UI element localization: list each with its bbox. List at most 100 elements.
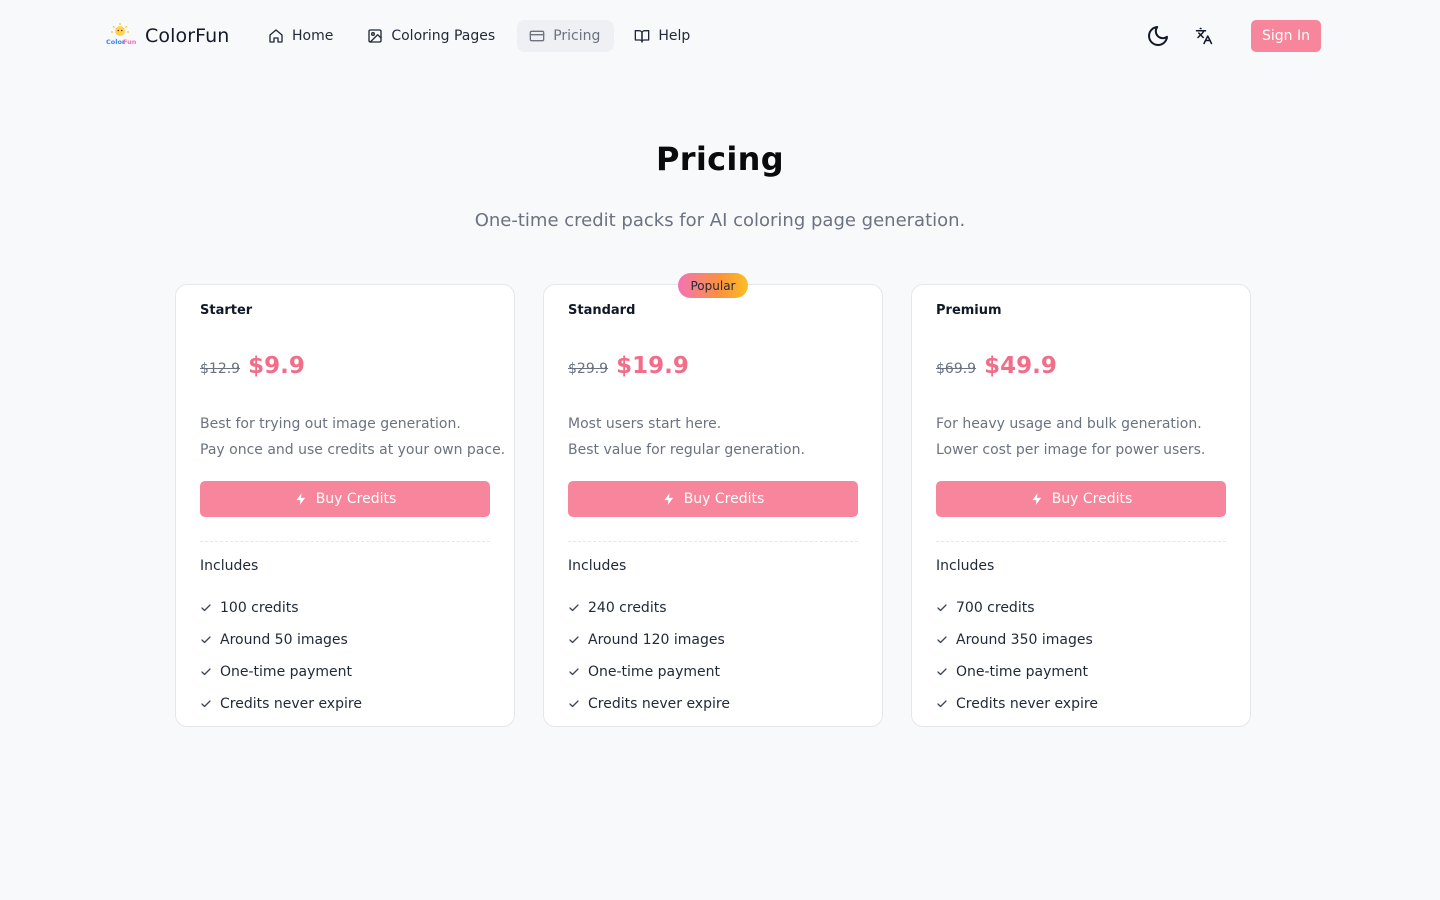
page-title: Pricing <box>656 140 784 178</box>
svg-text:Fun: Fun <box>123 38 136 46</box>
feature-item: 100 credits <box>200 592 362 624</box>
brand-logo[interactable]: Color Fun ColorFun <box>104 22 229 50</box>
current-price: $9.9 <box>248 353 305 379</box>
description-line: Pay once and use credits at your own pac… <box>200 442 506 458</box>
lightning-icon <box>664 493 673 505</box>
check-icon <box>569 604 579 612</box>
feature-item: 700 credits <box>936 592 1098 624</box>
current-price: $19.9 <box>616 353 689 379</box>
original-price: $69.9 <box>936 361 977 377</box>
page-subtitle: One-time credit packs for AI coloring pa… <box>474 210 966 231</box>
image-icon <box>368 29 383 43</box>
price-row: $12.9 $9.9 <box>200 353 305 379</box>
plan-description: Best for trying out image generation. Pa… <box>200 411 505 463</box>
main-nav: Home Coloring Pages Pricing Help <box>256 20 704 52</box>
check-icon <box>937 636 947 644</box>
check-icon <box>569 668 579 676</box>
feature-text: 240 credits <box>588 600 667 616</box>
original-price: $29.9 <box>568 361 609 377</box>
language-button[interactable] <box>1192 24 1216 48</box>
description-line: Lower cost per image for power users. <box>936 442 1206 458</box>
feature-item: One-time payment <box>936 656 1098 688</box>
feature-item: Around 350 images <box>936 624 1098 656</box>
popular-badge: Popular <box>678 273 748 298</box>
nav-home[interactable]: Home <box>256 20 347 52</box>
current-price: $49.9 <box>984 353 1057 379</box>
includes-label: Includes <box>200 558 259 574</box>
feature-item: One-time payment <box>568 656 730 688</box>
description-line: Best for trying out image generation. <box>200 416 461 432</box>
lightning-icon <box>1032 493 1041 505</box>
check-icon <box>569 636 579 644</box>
feature-text: One-time payment <box>956 664 1089 680</box>
feature-item: Credits never expire <box>200 688 362 720</box>
nav-pricing[interactable]: Pricing <box>517 20 615 52</box>
nav-home-label: Home <box>292 28 334 44</box>
check-icon <box>937 700 947 708</box>
buy-credits-button[interactable]: Buy Credits <box>568 481 858 517</box>
feature-item: One-time payment <box>200 656 362 688</box>
feature-text: Around 350 images <box>956 632 1093 648</box>
feature-text: Credits never expire <box>588 696 730 712</box>
original-price: $12.9 <box>200 361 241 377</box>
feature-item: Credits never expire <box>568 688 730 720</box>
feature-list: 700 credits Around 350 images One-time p… <box>936 592 1098 720</box>
check-icon <box>937 604 947 612</box>
buy-credits-label: Buy Credits <box>683 491 765 507</box>
check-icon <box>201 668 211 676</box>
feature-text: Around 50 images <box>220 632 348 648</box>
plan-name: Standard <box>568 303 636 318</box>
moon-icon <box>1148 26 1168 46</box>
plan-description: For heavy usage and bulk generation. Low… <box>936 411 1205 463</box>
top-navbar: Color Fun ColorFun Home Coloring Pages P… <box>0 0 1440 72</box>
logo-icon: Color Fun <box>104 22 137 50</box>
divider <box>568 541 858 542</box>
buy-credits-button[interactable]: Buy Credits <box>200 481 490 517</box>
feature-list: 240 credits Around 120 images One-time p… <box>568 592 730 720</box>
feature-text: 700 credits <box>956 600 1035 616</box>
feature-text: Around 120 images <box>588 632 725 648</box>
check-icon <box>201 700 211 708</box>
buy-credits-label: Buy Credits <box>315 491 397 507</box>
includes-label: Includes <box>936 558 995 574</box>
check-icon <box>201 604 211 612</box>
plan-name: Premium <box>936 303 1002 318</box>
price-row: $69.9 $49.9 <box>936 353 1057 379</box>
feature-text: One-time payment <box>220 664 353 680</box>
credit-card-icon <box>529 30 545 42</box>
nav-help[interactable]: Help <box>622 20 704 52</box>
divider <box>200 541 490 542</box>
brand-name: ColorFun <box>145 25 230 47</box>
plan-description: Most users start here. Best value for re… <box>568 411 805 463</box>
divider <box>936 541 1226 542</box>
nav-coloring-pages-label: Coloring Pages <box>391 28 496 44</box>
plan-card-premium: Premium $69.9 $49.9 For heavy usage and … <box>911 284 1251 727</box>
book-open-icon <box>635 30 650 43</box>
plan-name: Starter <box>200 303 253 318</box>
feature-text: 100 credits <box>220 600 299 616</box>
feature-text: Credits never expire <box>220 696 362 712</box>
translate-icon <box>1195 27 1213 45</box>
feature-text: Credits never expire <box>956 696 1098 712</box>
sign-in-button[interactable]: Sign In <box>1251 20 1321 52</box>
feature-text: One-time payment <box>588 664 721 680</box>
feature-item: Around 50 images <box>200 624 362 656</box>
description-line: For heavy usage and bulk generation. <box>936 416 1202 432</box>
buy-credits-label: Buy Credits <box>1051 491 1133 507</box>
plan-card-starter: Starter $12.9 $9.9 Best for trying out i… <box>175 284 515 727</box>
buy-credits-button[interactable]: Buy Credits <box>936 481 1226 517</box>
feature-item: Around 120 images <box>568 624 730 656</box>
feature-item: 240 credits <box>568 592 730 624</box>
nav-pricing-label: Pricing <box>553 28 601 44</box>
check-icon <box>569 700 579 708</box>
includes-label: Includes <box>568 558 627 574</box>
home-icon <box>269 29 283 43</box>
nav-coloring-pages[interactable]: Coloring Pages <box>355 20 509 52</box>
nav-help-label: Help <box>658 28 691 44</box>
check-icon <box>937 668 947 676</box>
feature-list: 100 credits Around 50 images One-time pa… <box>200 592 362 720</box>
plan-card-standard: Popular Standard $29.9 $19.9 Most users … <box>543 273 883 727</box>
theme-toggle-button[interactable] <box>1144 22 1172 50</box>
description-line: Best value for regular generation. <box>568 442 805 458</box>
check-icon <box>201 636 211 644</box>
